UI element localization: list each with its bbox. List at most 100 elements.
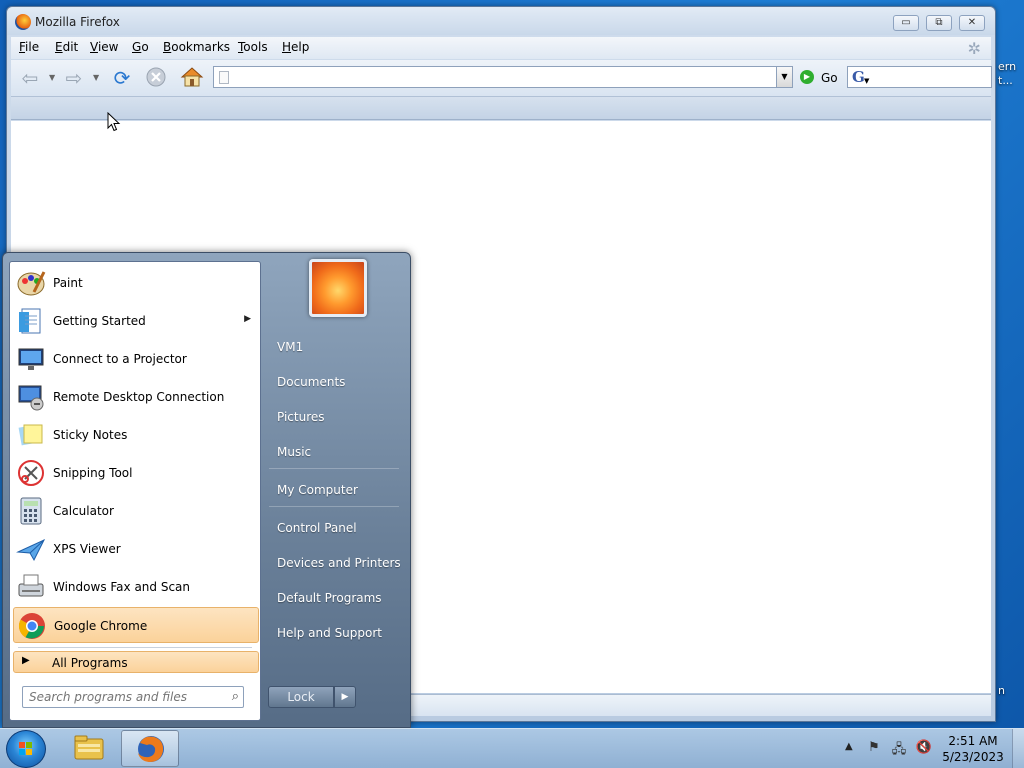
volume-muted-icon[interactable]: 🔇 <box>915 740 933 756</box>
start-menu-link-default-programs[interactable]: Default Programs <box>267 584 403 612</box>
program-label: Google Chrome <box>54 619 148 633</box>
separator <box>18 647 252 648</box>
url-bar[interactable]: ▼ <box>213 66 793 88</box>
program-item[interactable]: Snipping Tool <box>13 455 259 491</box>
start-menu: Paint Getting Started ▶ Connect to a Projec… <box>2 252 411 728</box>
program-item[interactable]: Remote Desktop Connection <box>13 379 259 415</box>
start-menu-link-control-panel[interactable]: Control Panel <box>267 514 403 542</box>
show-desktop-button[interactable] <box>1012 729 1024 768</box>
user-picture-avatar[interactable] <box>309 259 367 317</box>
taskbar-firefox-button[interactable] <box>121 730 179 767</box>
taskbar: ▲ ⚑ 🖧 🔇 2:51 AM 5/23/2023 <box>0 728 1024 768</box>
program-item[interactable]: Google Chrome <box>13 607 259 643</box>
back-history-dropdown-icon[interactable]: ▼ <box>49 73 55 82</box>
reload-icon[interactable]: ⟳ <box>109 66 135 90</box>
navigation-toolbar: ⇦ ▼ ⇨ ▼ ⟳ ▼ ▶ Go G ▼ <box>11 60 992 96</box>
program-label: Getting Started <box>53 314 146 328</box>
start-menu-link-devices-and-printers[interactable]: Devices and Printers <box>267 549 403 577</box>
search-bar[interactable]: G ▼ <box>847 66 992 88</box>
xps-viewer-icon <box>16 534 46 564</box>
start-menu-link-music[interactable]: Music <box>267 438 403 466</box>
desktop: ern t... n Mozilla Firefox ▭ ⧉ ✕ File Ed… <box>0 0 1024 768</box>
desktop-icon-label-fragment[interactable]: t... <box>998 74 1013 87</box>
menu-view[interactable]: View <box>90 40 118 54</box>
url-dropdown-icon[interactable]: ▼ <box>776 67 792 87</box>
program-label: Snipping Tool <box>53 466 133 480</box>
menu-go[interactable]: Go <box>132 40 149 54</box>
program-item[interactable]: Paint <box>13 265 259 301</box>
chrome-icon <box>17 611 47 641</box>
projector-icon <box>16 344 46 374</box>
program-item[interactable]: Calculator <box>13 493 259 529</box>
bookmarks-toolbar <box>11 96 991 120</box>
separator <box>269 506 399 507</box>
action-center-alert-icon[interactable]: ⚑ <box>865 740 883 756</box>
google-search-engine-icon[interactable]: G <box>852 68 865 86</box>
firefox-icon <box>15 14 31 30</box>
program-label: Connect to a Projector <box>53 352 187 366</box>
close-button[interactable]: ✕ <box>959 15 985 31</box>
shutdown-options-arrow-icon[interactable]: ▶ <box>334 686 356 708</box>
desktop-icon-label-fragment[interactable]: ern <box>998 60 1016 73</box>
minimize-button[interactable]: ▭ <box>893 15 919 31</box>
menu-help[interactable]: Help <box>282 40 309 54</box>
all-programs-label: All Programs <box>52 656 128 670</box>
page-icon <box>219 71 229 84</box>
search-engine-dropdown-icon[interactable]: ▼ <box>864 77 869 85</box>
arrow-right-icon: ▶ <box>22 655 30 666</box>
start-menu-link-my-computer[interactable]: My Computer <box>267 476 403 504</box>
program-item[interactable]: Sticky Notes <box>13 417 259 453</box>
getting-started-icon <box>16 306 46 336</box>
program-label: Paint <box>53 276 83 290</box>
menu-bar: File Edit View Go Bookmarks Tools Help ✲ <box>11 37 991 59</box>
show-hidden-icons-icon[interactable]: ▲ <box>845 741 853 752</box>
stop-icon[interactable] <box>143 66 169 90</box>
start-menu-link-help-and-support[interactable]: Help and Support <box>267 619 403 647</box>
go-button[interactable]: Go <box>821 71 838 85</box>
program-label: Sticky Notes <box>53 428 128 442</box>
title-bar[interactable]: Mozilla Firefox ▭ ⧉ ✕ <box>7 7 995 35</box>
start-menu-link-user-folder[interactable]: VM1 <box>267 333 403 361</box>
menu-edit[interactable]: Edit <box>55 40 78 54</box>
program-item[interactable]: Getting Started ▶ <box>13 303 259 339</box>
fax-scan-icon <box>16 572 46 602</box>
paint-icon <box>16 268 46 298</box>
lock-button[interactable]: Lock <box>268 686 334 708</box>
program-item[interactable]: XPS Viewer <box>13 531 259 567</box>
start-button[interactable] <box>6 730 46 768</box>
submenu-arrow-icon[interactable]: ▶ <box>244 314 251 324</box>
menu-tools[interactable]: Tools <box>238 40 268 54</box>
menu-bookmarks[interactable]: Bookmarks <box>163 40 230 54</box>
search-programs-input[interactable] <box>27 689 217 705</box>
back-icon[interactable]: ⇦ <box>17 66 43 90</box>
start-menu-programs-pane: Paint Getting Started ▶ Connect to a Projec… <box>9 261 261 721</box>
start-menu-link-pictures[interactable]: Pictures <box>267 403 403 431</box>
forward-history-dropdown-icon[interactable]: ▼ <box>93 73 99 82</box>
program-label: Remote Desktop Connection <box>53 390 225 404</box>
windows-logo-icon <box>19 742 32 755</box>
search-box[interactable]: ⌕ <box>22 686 244 708</box>
desktop-icon-label-fragment[interactable]: n <box>998 684 1005 697</box>
mouse-cursor-icon <box>107 112 121 132</box>
home-icon[interactable] <box>179 66 205 90</box>
calculator-icon <box>16 496 46 526</box>
forward-icon[interactable]: ⇨ <box>61 66 87 90</box>
window-title: Mozilla Firefox <box>35 15 120 29</box>
all-programs-button[interactable]: ▶ All Programs <box>13 651 259 673</box>
taskbar-explorer-button[interactable] <box>60 730 118 767</box>
program-item[interactable]: Connect to a Projector <box>13 341 259 377</box>
clock-date[interactable]: 5/23/2023 <box>940 750 1006 764</box>
program-label: Calculator <box>53 504 114 518</box>
firefox-icon <box>138 736 164 762</box>
search-icon[interactable]: ⌕ <box>232 689 239 704</box>
remote-desktop-icon <box>16 382 46 412</box>
go-icon[interactable]: ▶ <box>800 70 814 84</box>
separator <box>269 468 399 469</box>
menu-file[interactable]: File <box>19 40 39 54</box>
folder-icon <box>74 735 104 760</box>
program-item[interactable]: Windows Fax and Scan <box>13 569 259 605</box>
network-icon[interactable]: 🖧 <box>890 740 908 757</box>
maximize-button[interactable]: ⧉ <box>926 15 952 31</box>
start-menu-link-documents[interactable]: Documents <box>267 368 403 396</box>
clock-time[interactable]: 2:51 AM <box>940 734 1006 748</box>
